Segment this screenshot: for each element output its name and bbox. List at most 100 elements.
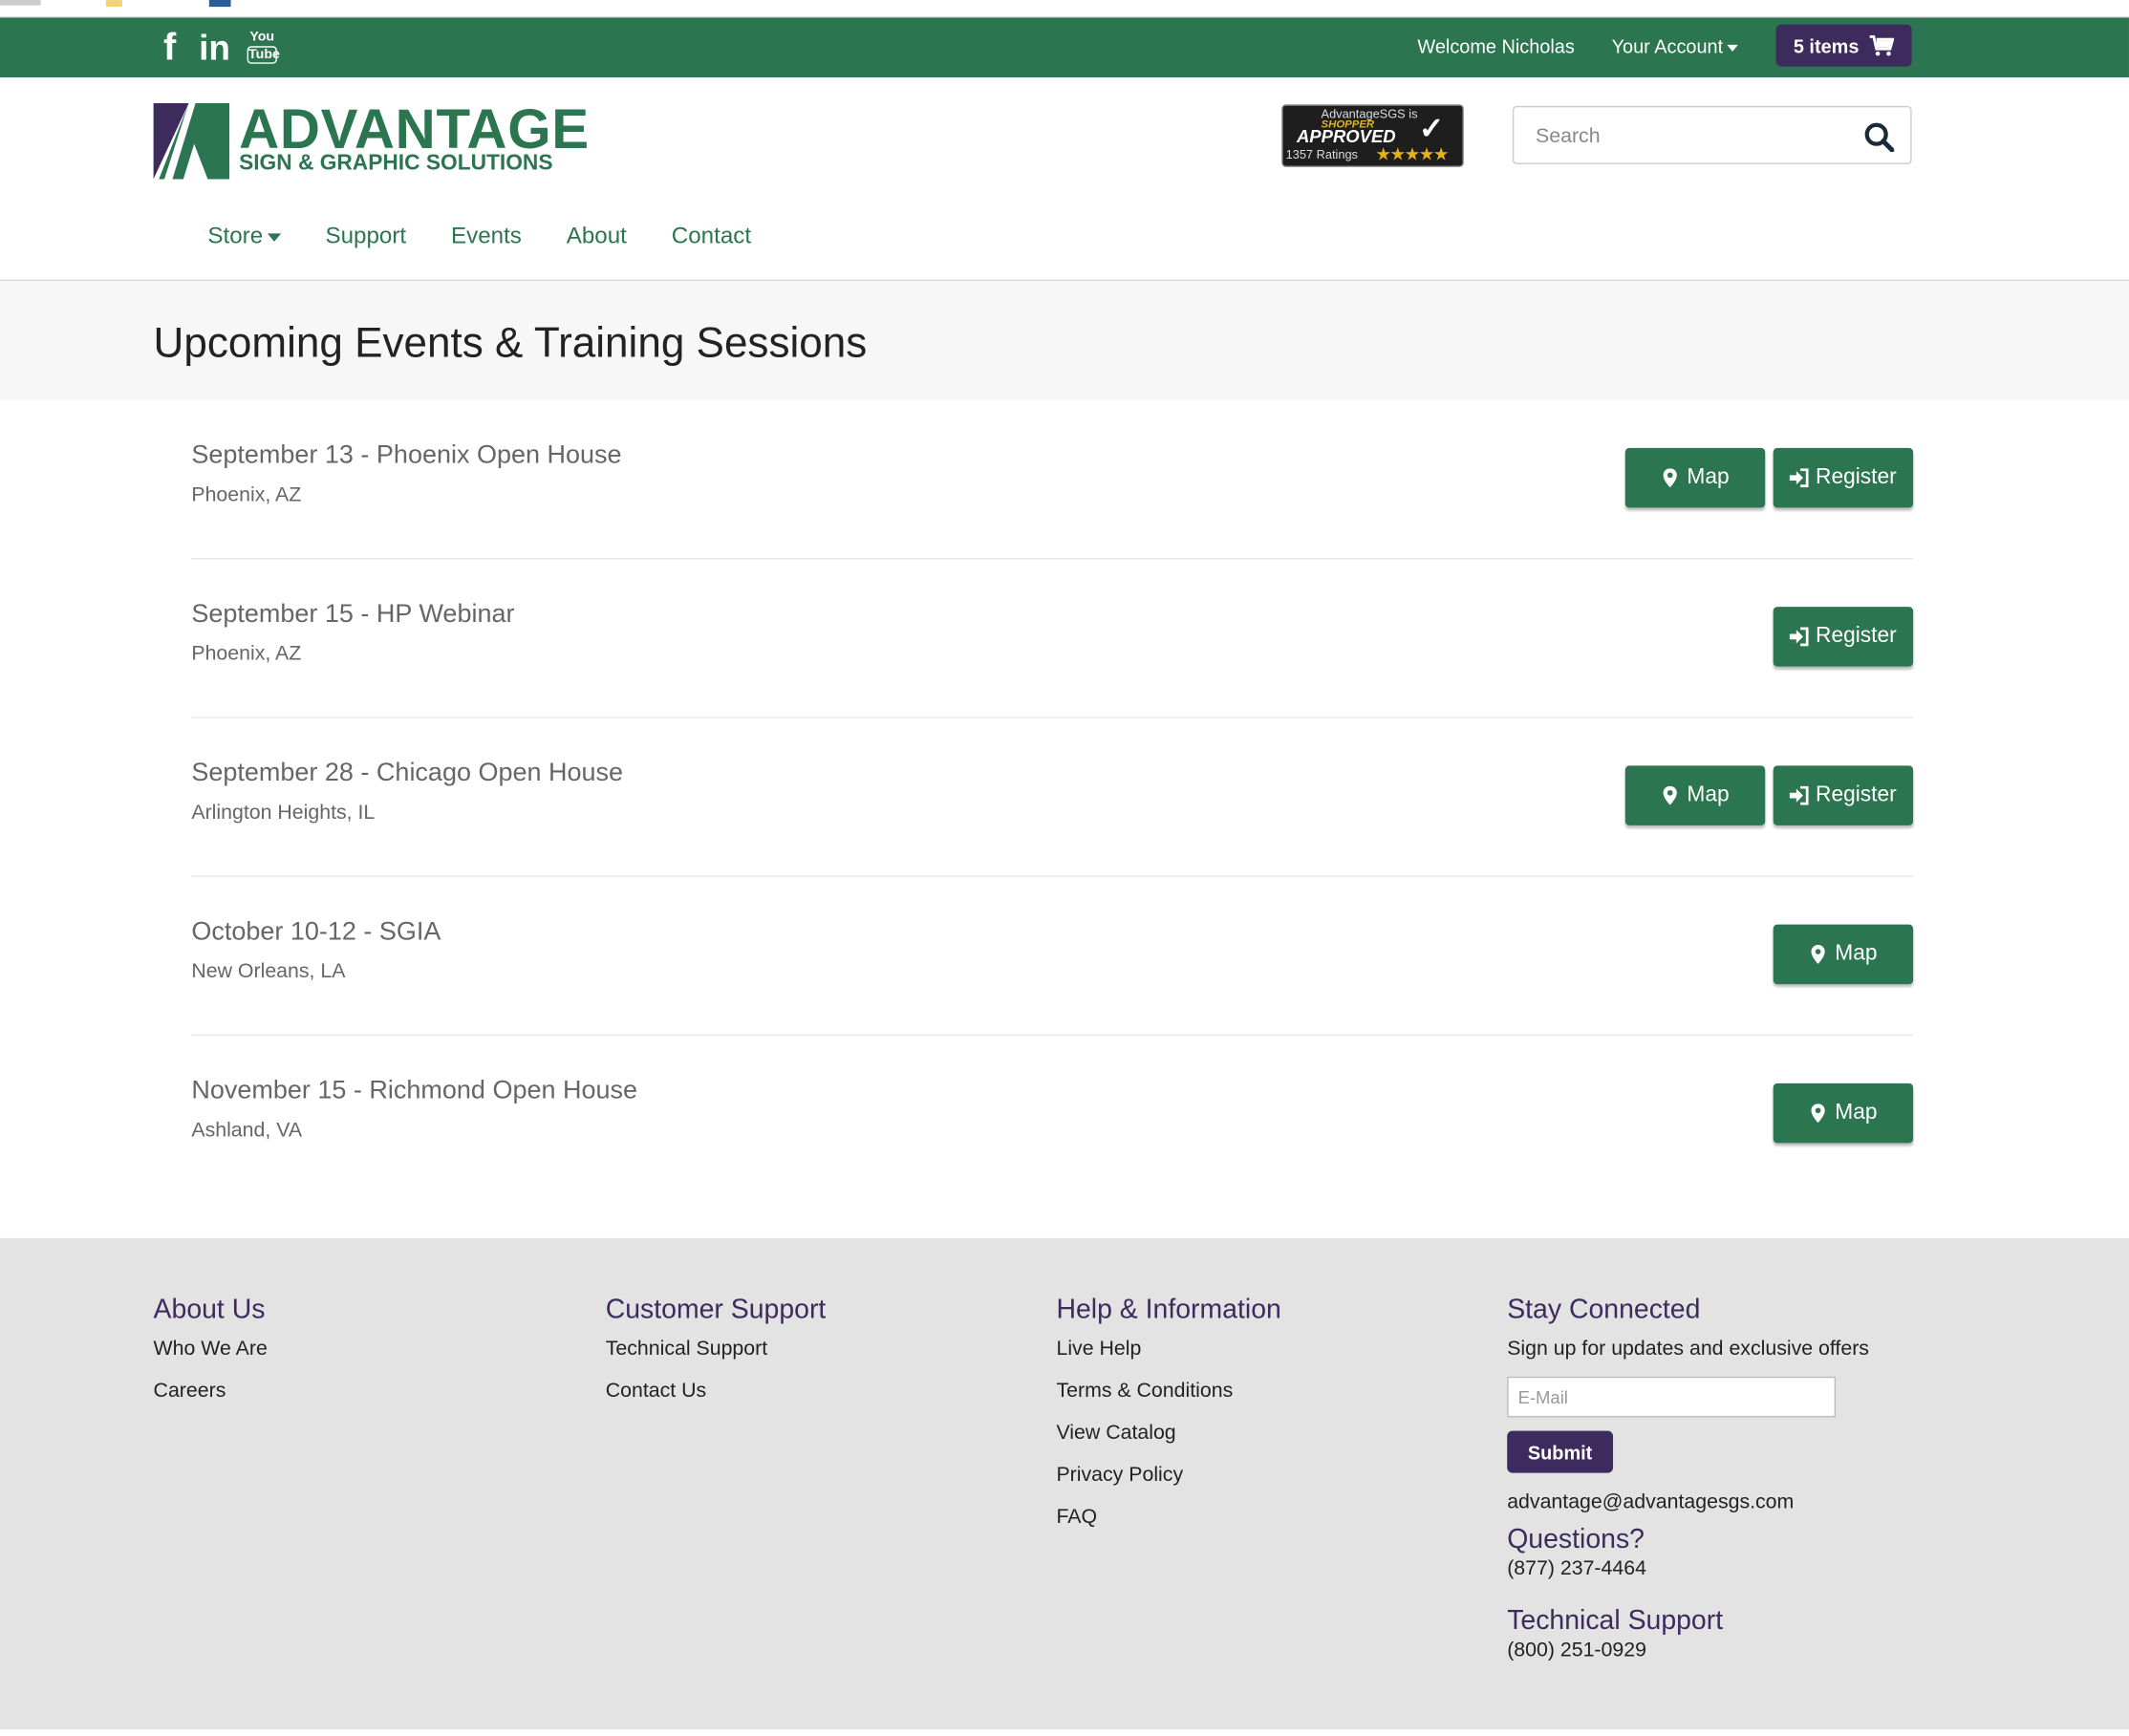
tech-support-heading: Technical Support (1507, 1605, 1724, 1637)
event-actions: Register (1773, 607, 1914, 667)
event-location: Phoenix, AZ (191, 482, 302, 506)
site-header: ADVANTAGE SIGN & GRAPHIC SOLUTIONS Advan… (0, 76, 2129, 282)
main-content: Upcoming Events & Training Sessions Sept… (0, 281, 2129, 1238)
footer-support-title: Customer Support (605, 1295, 827, 1325)
footer-link-faq[interactable]: FAQ (1056, 1503, 1280, 1532)
footer-help-title: Help & Information (1056, 1295, 1281, 1325)
event-name: October 10-12 - SGIA (191, 917, 441, 947)
main-nav: Store Support Events About Contact (207, 223, 796, 249)
event-name: September 15 - HP Webinar (191, 600, 515, 629)
badge-cart-icon: ✓ (1418, 111, 1445, 146)
footer-connected: Stay Connected Sign up for updates and e… (1507, 1295, 1914, 1661)
site-footer: About Us Who We Are Careers Customer Sup… (0, 1237, 2129, 1734)
logo-tagline: SIGN & GRAPHIC SOLUTIONS (239, 152, 553, 176)
nav-events[interactable]: Events (451, 223, 522, 249)
shopper-approved-badge[interactable]: AdvantageSGS is SHOPPER APPROVED 1357 Ra… (1281, 104, 1464, 167)
register-label: Register (1816, 465, 1897, 489)
account-label: Your Account (1611, 34, 1724, 57)
event-location: Phoenix, AZ (191, 642, 302, 666)
email-field[interactable] (1507, 1376, 1837, 1418)
bookmark-icon (208, 0, 231, 8)
footer-link-privacy[interactable]: Privacy Policy (1056, 1461, 1280, 1490)
bookmark-icon (105, 0, 122, 8)
tech-support-phone[interactable]: (800) 251-0929 (1507, 1639, 1914, 1661)
event-name: September 28 - Chicago Open House (191, 759, 624, 788)
register-label: Register (1816, 782, 1897, 807)
event-item: September 15 - HP Webinar Phoenix, AZ Re… (191, 559, 1914, 718)
badge-stars: ★★★★★ (1375, 143, 1449, 164)
submit-button[interactable]: Submit (1507, 1430, 1614, 1473)
logo-mark-icon (153, 102, 230, 180)
badge-ratings: 1357 Ratings (1285, 147, 1358, 162)
nav-store[interactable]: Store (207, 223, 281, 249)
map-label: Map (1687, 465, 1730, 489)
map-marker-icon (1812, 944, 1826, 964)
footer-link-live-help[interactable]: Live Help (1056, 1335, 1280, 1364)
page: f in You Tube Welcome Nicholas Your Acco… (0, 0, 2129, 1734)
register-label: Register (1816, 624, 1897, 648)
event-name: November 15 - Richmond Open House (191, 1076, 638, 1105)
youtube-icon-you: You (249, 30, 275, 45)
contact-email[interactable]: advantage@advantagesgs.com (1507, 1490, 1914, 1513)
linkedin-icon[interactable]: in (198, 29, 230, 67)
caret-down-icon (267, 232, 281, 242)
event-item: October 10-12 - SGIA New Orleans, LA Map (191, 877, 1914, 1037)
account-dropdown[interactable]: Your Account (1612, 35, 1738, 57)
nav-contact[interactable]: Contact (672, 223, 751, 249)
facebook-icon[interactable]: f (158, 28, 183, 67)
map-label: Map (1835, 1101, 1878, 1125)
event-actions: Map Register (1624, 765, 1914, 825)
map-button[interactable]: Map (1773, 924, 1914, 985)
footer-about: About Us Who We Are Careers (154, 1296, 268, 1407)
register-button[interactable]: Register (1773, 607, 1914, 667)
footer-support: Customer Support Technical Support Conta… (606, 1296, 827, 1407)
event-name: September 13 - Phoenix Open House (191, 440, 622, 470)
map-marker-icon (1664, 468, 1678, 488)
search-box (1512, 105, 1912, 166)
map-marker-icon (1664, 785, 1678, 805)
brand-logo[interactable]: ADVANTAGE SIGN & GRAPHIC SOLUTIONS (153, 97, 589, 180)
questions-phone[interactable]: (877) 237-4464 (1507, 1557, 1914, 1580)
social-links: f in You Tube (158, 28, 280, 67)
logo-wordmark: ADVANTAGE (239, 97, 590, 161)
cart-button[interactable]: 5 items (1775, 24, 1912, 67)
nav-about[interactable]: About (567, 223, 627, 249)
welcome-text: Welcome Nicholas (1417, 34, 1575, 57)
signup-text: Sign up for updates and exclusive offers (1507, 1337, 1869, 1361)
footer-link-contact-us[interactable]: Contact Us (606, 1377, 827, 1406)
map-button[interactable]: Map (1773, 1082, 1914, 1144)
map-label: Map (1687, 782, 1730, 807)
map-button[interactable]: Map (1624, 447, 1766, 508)
sign-in-icon (1790, 468, 1809, 488)
bottom-edge (0, 1729, 2129, 1734)
event-location: New Orleans, LA (191, 959, 346, 983)
event-item: September 13 - Phoenix Open House Phoeni… (191, 400, 1914, 560)
register-button[interactable]: Register (1773, 447, 1914, 508)
page-title: Upcoming Events & Training Sessions (153, 318, 868, 367)
top-bar: f in You Tube Welcome Nicholas Your Acco… (0, 17, 2129, 77)
browser-strip (0, 0, 2129, 18)
nav-support[interactable]: Support (326, 223, 407, 249)
event-location: Ashland, VA (191, 1118, 303, 1142)
events-list: September 13 - Phoenix Open House Phoeni… (191, 400, 1914, 1193)
map-button[interactable]: Map (1624, 765, 1766, 825)
title-band: Upcoming Events & Training Sessions (0, 281, 2129, 401)
search-input[interactable] (1533, 107, 1851, 166)
cart-count: 5 items (1793, 34, 1860, 56)
event-actions: Map Register (1624, 447, 1914, 508)
footer-link-careers[interactable]: Careers (154, 1377, 268, 1406)
footer-link-technical-support[interactable]: Technical Support (606, 1335, 827, 1364)
footer-link-terms[interactable]: Terms & Conditions (1056, 1377, 1280, 1406)
register-button[interactable]: Register (1773, 765, 1914, 825)
footer-link-catalog[interactable]: View Catalog (1056, 1419, 1280, 1448)
questions-heading: Questions? (1507, 1524, 1645, 1554)
footer-connected-title: Stay Connected (1507, 1295, 1701, 1325)
event-location: Arlington Heights, IL (191, 801, 376, 825)
shopping-cart-icon (1869, 34, 1895, 55)
search-icon[interactable] (1864, 122, 1895, 153)
sign-in-icon (1790, 627, 1809, 647)
footer-help: Help & Information Live Help Terms & Con… (1056, 1296, 1280, 1533)
youtube-icon[interactable]: You Tube (247, 30, 280, 65)
event-item: November 15 - Richmond Open House Ashlan… (191, 1036, 1914, 1193)
footer-link-who-we-are[interactable]: Who We Are (154, 1335, 268, 1364)
